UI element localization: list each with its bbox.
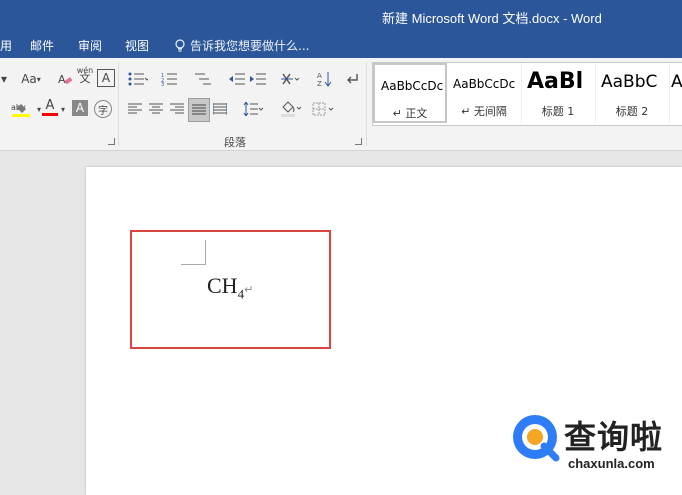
character-border-icon[interactable]: A	[97, 69, 115, 87]
style-name: 标题 1	[541, 105, 575, 118]
paragraph-dialog-launcher-icon[interactable]	[355, 138, 362, 145]
style-preview: AaBbCcDc	[453, 77, 516, 91]
style-preview: AaBbCcDc	[381, 79, 444, 93]
increase-indent-icon[interactable]	[249, 70, 267, 88]
watermark-brand: 查询啦	[564, 418, 664, 456]
show-paragraph-marks-icon[interactable]	[344, 70, 360, 88]
style-name: 标题 2	[615, 105, 649, 118]
title-bar: 新建 Microsoft Word 文档.docx - Word	[0, 0, 682, 32]
align-right-icon[interactable]	[169, 100, 185, 118]
borders-icon[interactable]	[310, 100, 336, 118]
formula-text[interactable]: CH4↵	[207, 273, 253, 302]
font-dialog-launcher-icon[interactable]	[108, 138, 115, 145]
sort-icon[interactable]: AZ	[316, 70, 334, 88]
font-color-bar	[42, 112, 58, 116]
formula-main: CH	[207, 273, 238, 298]
svg-text:A: A	[58, 73, 66, 86]
lightbulb-icon	[175, 38, 185, 52]
multilevel-list-icon[interactable]	[191, 70, 215, 88]
watermark-url: chaxunla.com	[568, 456, 655, 471]
tab-mailings[interactable]: 邮件	[30, 37, 54, 54]
font-dropdown-edge-icon[interactable]: ▾	[0, 70, 8, 88]
styles-gallery: AaBbCcDc ↵ 正文 AaBbCcDc ↵ 无间隔 AaBl 标题 1 A…	[372, 62, 682, 126]
character-shading-icon[interactable]: A	[72, 100, 88, 116]
svg-text:Z: Z	[317, 80, 322, 87]
tab-references[interactable]: 用	[0, 37, 12, 54]
paragraph-group-label: 段落	[224, 136, 246, 149]
highlight-button[interactable]: aby	[8, 100, 36, 118]
font-color-button[interactable]: A	[42, 98, 58, 116]
style-title[interactable]: A	[669, 63, 682, 123]
font-color-letter: A	[45, 97, 55, 113]
style-name: ↵ 无间隔	[461, 105, 507, 118]
style-no-spacing[interactable]: AaBbCcDc ↵ 无间隔	[447, 63, 522, 123]
style-preview: AaBbC	[601, 72, 658, 92]
ribbon-tabs: 用 邮件 审阅 视图 告诉我您想要做什么...	[0, 32, 682, 58]
chevron-down-icon: ▾	[36, 74, 41, 84]
change-case-label: Aa	[21, 72, 37, 86]
chinese-layout-icon[interactable]	[279, 70, 303, 88]
style-heading-1[interactable]: AaBl 标题 1	[521, 63, 596, 123]
svg-text:A: A	[317, 72, 322, 80]
style-name: ↵ 正文	[392, 107, 428, 120]
ribbon: ▾ Aa▾ A wén文 A aby ▾ A ▾ A 字 123 AZ	[0, 58, 682, 151]
chaxunla-logo-icon	[513, 415, 560, 462]
line-spacing-icon[interactable]	[240, 100, 266, 118]
window-title: 新建 Microsoft Word 文档.docx - Word	[382, 11, 602, 26]
svg-text:3: 3	[161, 82, 164, 86]
shading-icon[interactable]	[278, 100, 304, 118]
style-normal[interactable]: AaBbCcDc ↵ 正文	[373, 63, 447, 123]
align-center-icon[interactable]	[148, 100, 164, 118]
bullets-icon[interactable]	[127, 70, 149, 88]
clear-format-icon[interactable]: A	[56, 70, 74, 88]
group-separator	[366, 62, 367, 146]
change-case-button[interactable]: Aa ▾	[16, 70, 46, 88]
style-heading-2[interactable]: AaBbC 标题 2	[595, 63, 670, 123]
decrease-indent-icon[interactable]	[228, 70, 246, 88]
style-preview: AaBl	[527, 69, 584, 94]
tell-me-box[interactable]: 告诉我您想要做什么...	[174, 37, 309, 54]
justify-icon[interactable]	[188, 98, 210, 122]
group-separator	[118, 62, 119, 146]
wen-char-icon: 文	[79, 72, 91, 85]
tab-review[interactable]: 审阅	[78, 37, 102, 54]
enclose-characters-icon[interactable]: 字	[94, 100, 112, 118]
distributed-icon[interactable]	[212, 100, 228, 118]
style-preview: A	[671, 72, 682, 92]
numbering-icon[interactable]: 123	[160, 70, 182, 88]
tell-me-text: 告诉我您想要做什么...	[190, 39, 310, 53]
font-color-dropdown-icon[interactable]: ▾	[60, 100, 66, 118]
phonetic-guide-button[interactable]: wén 文	[76, 66, 94, 85]
tab-view[interactable]: 视图	[125, 37, 149, 54]
align-left-icon[interactable]	[127, 100, 143, 118]
paragraph-mark: ↵	[244, 283, 254, 296]
watermark: 查询啦 chaxunla.com	[508, 410, 678, 480]
